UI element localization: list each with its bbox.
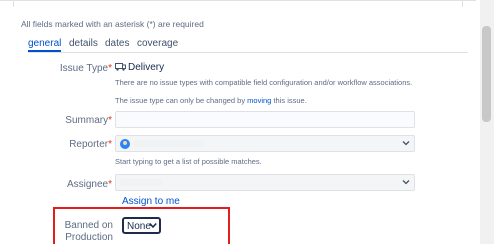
issue-type-label-text: Issue Type [59, 63, 109, 74]
reporter-hint: Start typing to get a list of possible m… [115, 157, 262, 166]
reporter-select[interactable] [115, 135, 415, 152]
required-asterisk: * [108, 115, 112, 126]
issue-type-note: There are no issue types with compatible… [115, 78, 413, 87]
banned-label: Banned on Production [58, 220, 113, 244]
redacted-name [134, 140, 204, 147]
issue-type-label: Issue Type* [50, 63, 112, 74]
chevron-down-icon [402, 141, 410, 146]
required-asterisk: * [108, 139, 112, 150]
summary-input[interactable] [115, 111, 415, 128]
banned-label-line2: Production [65, 232, 113, 243]
required-asterisk: * [108, 179, 112, 190]
avatar [120, 139, 130, 149]
reporter-label: Reporter* [50, 139, 112, 150]
reporter-label-text: Reporter [69, 139, 109, 150]
summary-label-text: Summary [65, 115, 109, 126]
summary-label: Summary* [50, 115, 112, 126]
required-asterisk: * [108, 63, 112, 74]
tab-details[interactable]: details [69, 38, 98, 49]
required-notice: All fields marked with an asterisk (*) a… [21, 19, 204, 29]
assignee-select[interactable] [115, 174, 415, 191]
move-note-suffix: this issue. [271, 96, 307, 105]
top-border [0, 0, 476, 1]
redacted-name [120, 179, 162, 186]
assignee-label-text: Assignee [66, 179, 109, 190]
banned-on-production-select[interactable]: None [122, 217, 161, 234]
moving-link[interactable]: moving [247, 96, 271, 105]
tab-general[interactable]: general [28, 38, 62, 52]
issue-type-move-note: The issue type can only be changed by mo… [115, 96, 307, 105]
scrollbar-thumb[interactable] [482, 26, 491, 122]
chevron-down-icon [402, 180, 410, 185]
issue-type-value: Delivery [128, 62, 165, 73]
move-note-prefix: The issue type can only be changed by [115, 96, 248, 105]
top-right-divider [462, 0, 477, 7]
top-left-divider [0, 0, 14, 7]
banned-label-line1: Banned on [64, 220, 113, 231]
chevron-down-icon [149, 222, 157, 229]
tab-dates[interactable]: dates [105, 38, 129, 49]
tab-coverage[interactable]: coverage [137, 38, 178, 49]
delivery-icon [115, 63, 126, 71]
assign-to-me-link[interactable]: Assign to me [122, 196, 180, 207]
banned-select-value: None [127, 221, 151, 232]
tab-bar: general details dates coverage [28, 38, 468, 53]
assignee-label: Assignee* [50, 179, 112, 190]
